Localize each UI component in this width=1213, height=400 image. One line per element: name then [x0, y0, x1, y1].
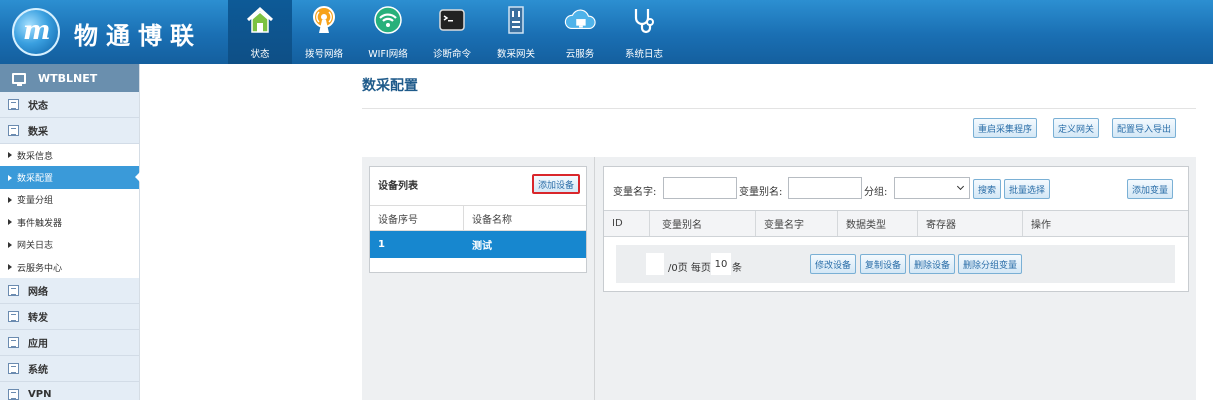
page-number-input[interactable] [646, 253, 664, 275]
variable-alias-input[interactable] [788, 177, 862, 199]
sidebar-section-forward[interactable]: 转发 [0, 304, 139, 331]
nav-dial-network[interactable]: 拨号网络 [292, 0, 356, 64]
restart-collector-button[interactable]: 重启采集程序 [973, 118, 1038, 138]
caret-right-icon [8, 152, 12, 159]
list-icon [8, 337, 19, 349]
delete-device-button[interactable]: 删除设备 [909, 254, 956, 274]
list-icon [8, 285, 19, 297]
column-register: 寄存器 [918, 211, 1023, 236]
page-suffix-text: /0页 每页 [668, 263, 711, 274]
batch-select-button[interactable]: 批量选择 [1004, 179, 1051, 199]
chevron-down-icon [956, 182, 965, 191]
caret-right-icon [8, 174, 12, 181]
monitor-icon [12, 72, 26, 86]
nav-diagnostics[interactable]: 诊断命令 [420, 0, 484, 64]
sidebar-section-collection[interactable]: 数采 [0, 118, 139, 144]
device-list-title: 设备列表 [378, 181, 418, 192]
house-icon [244, 4, 276, 36]
panel-divider [594, 157, 595, 400]
variable-table-header: ID 变量别名 变量名字 数据类型 寄存器 操作 [604, 210, 1188, 237]
column-variable-alias: 变量别名 [650, 211, 756, 236]
nav-wifi[interactable]: WIFI网络 [356, 0, 420, 64]
top-nav: 状态 拨号网络 WIFI网络 诊断命令 数采网关 云服务 系统日志 [228, 0, 676, 64]
caret-right-icon [8, 264, 12, 271]
define-gateway-button[interactable]: 定义网关 [1053, 118, 1100, 138]
brand-logo: m 物通博联 [0, 0, 220, 64]
group-select[interactable] [894, 177, 970, 199]
logo-emblem: m [12, 8, 60, 56]
sidebar-item-gateway-log[interactable]: 网关日志 [0, 234, 139, 256]
sidebar-section-status[interactable]: 状态 [0, 92, 139, 118]
sidebar-item-variable-group[interactable]: 变量分组 [0, 189, 139, 211]
list-icon [8, 363, 19, 375]
list-icon [8, 99, 19, 110]
caret-right-icon [8, 241, 12, 248]
nav-status[interactable]: 状态 [228, 0, 292, 64]
device-list-box: 设备列表 添加设备 设备序号 设备名称 1 测试 [369, 166, 587, 273]
device-list-header: 设备序号 设备名称 [370, 205, 586, 231]
list-icon [8, 389, 19, 400]
sidebar-section-application[interactable]: 应用 [0, 330, 139, 357]
list-icon [8, 311, 19, 323]
caret-right-icon [8, 219, 12, 226]
terminal-icon [436, 4, 468, 36]
nav-system-log[interactable]: 系统日志 [612, 0, 676, 64]
column-device-name: 设备名称 [472, 214, 512, 226]
sidebar-item-cloud-center[interactable]: 云服务中心 [0, 256, 139, 278]
title-divider [362, 108, 1196, 109]
nav-data-gateway[interactable]: 数采网关 [484, 0, 548, 64]
column-device-index: 设备序号 [370, 206, 464, 230]
delete-group-variables-button[interactable]: 删除分组变量 [958, 254, 1023, 274]
sidebar-item-event-trigger[interactable]: 事件触发器 [0, 211, 139, 233]
search-button[interactable]: 搜索 [973, 179, 1002, 199]
device-index-cell: 1 [378, 239, 385, 250]
list-icon [8, 125, 19, 136]
stethoscope-icon [628, 4, 660, 36]
group-label: 分组: [864, 187, 888, 198]
copy-device-button[interactable]: 复制设备 [860, 254, 907, 274]
add-device-button[interactable]: 添加设备 [532, 174, 581, 194]
column-actions: 操作 [1031, 220, 1051, 231]
page-title: 数采配置 [362, 78, 418, 94]
wifi-icon [372, 4, 404, 36]
sidebar-section-system[interactable]: 系统 [0, 356, 139, 383]
cloud-monitor-icon [564, 4, 596, 36]
sidebar-section-vpn[interactable]: VPN [0, 382, 139, 400]
variable-name-input[interactable] [663, 177, 737, 199]
column-id: ID [604, 211, 650, 236]
dial-signal-icon [308, 4, 340, 36]
caret-right-icon [8, 196, 12, 203]
config-import-export-button[interactable]: 配置导入导出 [1112, 118, 1177, 138]
per-page-input[interactable]: 10 [711, 253, 731, 275]
sidebar-section-network[interactable]: 网络 [0, 278, 139, 305]
sidebar-item-collection-info[interactable]: 数采信息 [0, 144, 139, 166]
column-variable-name: 变量名字 [756, 211, 838, 236]
add-variable-button[interactable]: 添加变量 [1127, 179, 1174, 199]
device-name-cell: 测试 [472, 241, 492, 252]
server-rack-icon [500, 4, 532, 36]
variable-alias-label: 变量别名: [739, 187, 783, 198]
sidebar-item-collection-config[interactable]: 数采配置 [0, 166, 140, 189]
per-page-unit: 条 [732, 263, 742, 274]
variable-name-label: 变量名字: [613, 187, 657, 198]
modify-device-button[interactable]: 修改设备 [810, 254, 857, 274]
sidebar-device-header: WTBLNET [0, 64, 139, 92]
brand-name: 物通博联 [74, 22, 202, 50]
top-header: m 物通博联 状态 拨号网络 WIFI网络 诊断命令 数采网关 云服务 系统日志 [0, 0, 1213, 64]
table-row[interactable]: 1 测试 [370, 231, 586, 258]
nav-cloud-service[interactable]: 云服务 [548, 0, 612, 64]
sidebar: WTBLNET 状态 数采 数采信息 数采配置 变量分组 事件触发器 网关日志 … [0, 64, 140, 400]
column-data-type: 数据类型 [838, 211, 918, 236]
